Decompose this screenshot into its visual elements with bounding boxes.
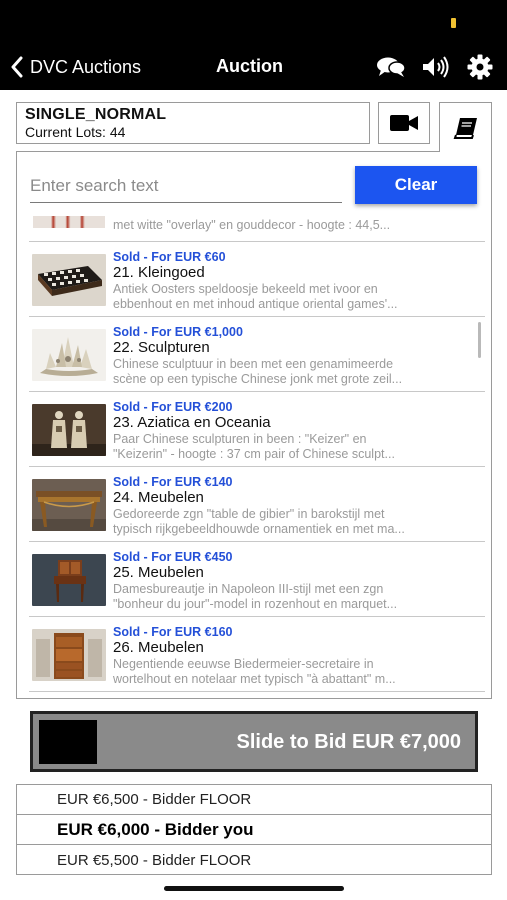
book-icon: [453, 117, 477, 139]
bid-row: EUR €6,000 - Bidder you: [17, 815, 491, 845]
lot-title: 23. Aziatica en Oceania: [113, 414, 271, 431]
gear-icon: [467, 54, 493, 80]
lot-status: Sold - For EUR €60: [113, 250, 226, 264]
lot-thumbnail: [33, 216, 105, 228]
lot-status: Sold - For EUR €1,000: [113, 325, 243, 339]
list-item[interactable]: Sold - For EUR €200 23. Aziatica en Ocea…: [29, 392, 485, 467]
chevron-left-icon: [11, 56, 23, 78]
settings-button[interactable]: [464, 54, 496, 80]
lot-thumbnail: [32, 329, 106, 381]
search-input[interactable]: [30, 170, 342, 203]
list-item[interactable]: Sold - For EUR €60 21. Kleingoed Antiek …: [29, 242, 485, 317]
lot-title: 24. Meubelen: [113, 489, 204, 506]
home-indicator[interactable]: [164, 886, 344, 891]
slider-handle[interactable]: [39, 720, 97, 764]
lot-status: Sold - For EUR €160: [113, 625, 233, 639]
list-item[interactable]: met witte "overlay" en gouddecor - hoogt…: [29, 212, 485, 242]
lot-status: Sold - For EUR €200: [113, 400, 233, 414]
auction-info: SINGLE_NORMAL Current Lots: 44: [16, 102, 370, 144]
back-button[interactable]: DVC Auctions: [10, 54, 141, 80]
lot-description: Damesbureautje in Napoleon III-stijl met…: [113, 582, 398, 611]
lot-list[interactable]: met witte "overlay" en gouddecor - hoogt…: [29, 212, 485, 696]
list-item[interactable]: Sold - For EUR €140 24. Meubelen Gedoree…: [29, 467, 485, 542]
slide-to-bid-label: Slide to Bid EUR €7,000: [236, 731, 461, 753]
lot-title: 25. Meubelen: [113, 564, 204, 581]
lot-thumbnail: [32, 629, 106, 681]
bid-row: EUR €5,500 - Bidder FLOOR: [57, 851, 252, 869]
video-button[interactable]: [378, 102, 430, 144]
lot-status: Sold - For EUR €450: [113, 550, 233, 564]
auction-name: SINGLE_NORMAL: [25, 106, 167, 123]
catalog-tab[interactable]: [439, 102, 492, 152]
list-scrollbar[interactable]: [478, 322, 481, 358]
lot-title: 22. Sculpturen: [113, 339, 210, 356]
sound-button[interactable]: [420, 54, 452, 80]
bid-row: EUR €6,500 - Bidder FLOOR: [17, 785, 491, 815]
lot-title: 21. Kleingoed: [113, 264, 205, 281]
navigation-bar: DVC Auctions Auction: [0, 0, 507, 90]
lot-description: Chinese sculptuur in been met een genami…: [113, 357, 403, 386]
lot-thumbnail: [32, 554, 106, 606]
lot-title: 26. Meubelen: [113, 639, 204, 656]
back-label: DVC Auctions: [30, 56, 142, 77]
lot-thumbnail: [32, 404, 106, 456]
lot-thumbnail: [32, 254, 106, 306]
speaker-icon: [423, 56, 449, 78]
page-title: Auction: [216, 56, 283, 76]
current-lots-count: Current Lots: 44: [25, 124, 126, 140]
lot-description: Antiek Oosters speldoosje bekeeld met iv…: [113, 282, 398, 311]
lot-thumbnail: [32, 479, 106, 531]
lots-panel: Clear met witte "overlay" en gouddecor -…: [16, 151, 492, 699]
status-indicator: [451, 18, 456, 28]
lot-description: met witte "overlay" en gouddecor - hoogt…: [113, 218, 391, 232]
lot-description: Paar Chinese sculpturen in been : "Keize…: [113, 432, 395, 461]
clear-button[interactable]: Clear: [355, 166, 477, 204]
chat-icon: [377, 57, 406, 77]
list-item[interactable]: Sold - For EUR €1,000 22. Sculpturen Chi…: [29, 317, 485, 392]
list-item[interactable]: Sold - For EUR €450 25. Meubelen Damesbu…: [29, 542, 485, 617]
list-item[interactable]: Sold - For EUR €160 26. Meubelen Negenti…: [29, 617, 485, 692]
slide-to-bid[interactable]: Slide to Bid EUR €7,000: [30, 711, 478, 772]
bid-history: EUR €6,500 - Bidder FLOOR EUR €6,000 - B…: [16, 784, 492, 875]
chat-button[interactable]: [375, 54, 407, 80]
video-camera-icon: [390, 115, 418, 131]
lot-description: Negentiende eeuwse Biedermeier-secretair…: [113, 657, 396, 686]
lot-description: Gedoreerde zgn "table de gibier" in baro…: [113, 507, 405, 536]
lot-status: Sold - For EUR €140: [113, 475, 233, 489]
